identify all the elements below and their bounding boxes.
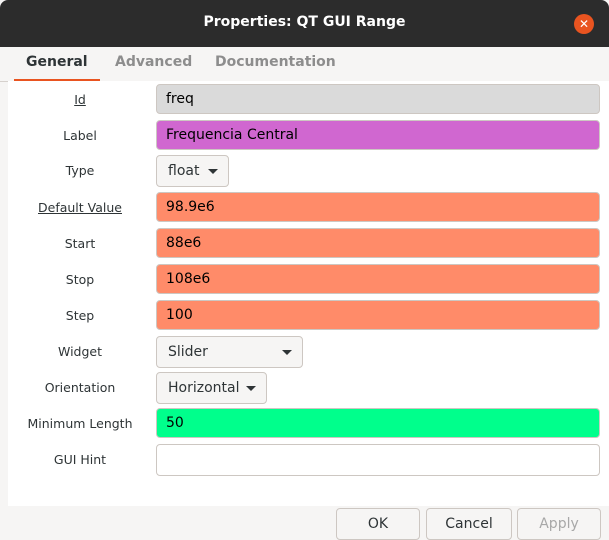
stop-field[interactable]: 108e6 <box>156 264 600 294</box>
orientation-dropdown[interactable]: Horizontal <box>156 372 267 404</box>
type-label: Type <box>65 163 95 178</box>
type-dropdown[interactable]: float <box>156 155 229 187</box>
row-gui-hint: GUI Hint <box>8 444 609 476</box>
row-label: Label Frequencia Central <box>8 120 609 152</box>
row-step: Step 100 <box>8 300 609 332</box>
row-orientation: Orientation Horizontal <box>8 372 609 404</box>
widget-label: Widget <box>57 344 103 359</box>
default-value-field[interactable]: 98.9e6 <box>156 192 600 222</box>
row-minimum-length: Minimum Length 50 <box>8 408 609 440</box>
widget-dropdown[interactable]: Slider <box>156 336 303 368</box>
type-value: float <box>168 163 200 179</box>
row-default-value: Default Value 98.9e6 <box>8 192 609 224</box>
id-field[interactable]: freq <box>156 84 600 114</box>
chevron-down-icon <box>208 169 218 174</box>
properties-form: Id freq Label Frequencia Central Type fl… <box>8 81 609 506</box>
label-field[interactable]: Frequencia Central <box>156 120 600 150</box>
row-id: Id freq <box>8 84 609 116</box>
minimum-length-field[interactable]: 50 <box>156 408 600 438</box>
gui-hint-field[interactable] <box>156 444 600 476</box>
dialog-footer: OK Cancel Apply <box>0 506 609 540</box>
tab-bar: General Advanced Documentation <box>0 47 609 82</box>
gui-hint-label: GUI Hint <box>53 452 107 467</box>
step-field[interactable]: 100 <box>156 300 600 330</box>
step-label: Step <box>65 308 95 323</box>
default-value-label: Default Value <box>38 200 122 215</box>
start-field[interactable]: 88e6 <box>156 228 600 258</box>
chevron-down-icon <box>282 350 292 355</box>
properties-dialog: Properties: QT GUI Range ✕ General Advan… <box>0 0 609 540</box>
row-type: Type float <box>8 155 609 187</box>
widget-value: Slider <box>168 344 208 360</box>
label-label: Label <box>63 128 97 143</box>
start-label: Start <box>64 236 96 251</box>
tab-documentation[interactable]: Documentation <box>203 47 348 79</box>
minimum-length-label: Minimum Length <box>27 416 133 431</box>
tab-general[interactable]: General <box>14 47 100 82</box>
row-stop: Stop 108e6 <box>8 264 609 296</box>
orientation-label: Orientation <box>44 380 116 395</box>
dialog-title: Properties: QT GUI Range <box>203 14 406 30</box>
cancel-button[interactable]: Cancel <box>426 508 512 540</box>
close-icon[interactable]: ✕ <box>574 14 594 34</box>
chevron-down-icon <box>246 386 256 391</box>
tab-advanced[interactable]: Advanced <box>103 47 204 79</box>
row-widget: Widget Slider <box>8 336 609 368</box>
orientation-value: Horizontal <box>168 380 240 396</box>
id-label: Id <box>74 92 86 107</box>
row-start: Start 88e6 <box>8 228 609 260</box>
ok-button[interactable]: OK <box>336 508 420 540</box>
title-bar[interactable]: Properties: QT GUI Range ✕ <box>0 0 609 47</box>
stop-label: Stop <box>65 272 95 287</box>
apply-button[interactable]: Apply <box>517 508 601 540</box>
